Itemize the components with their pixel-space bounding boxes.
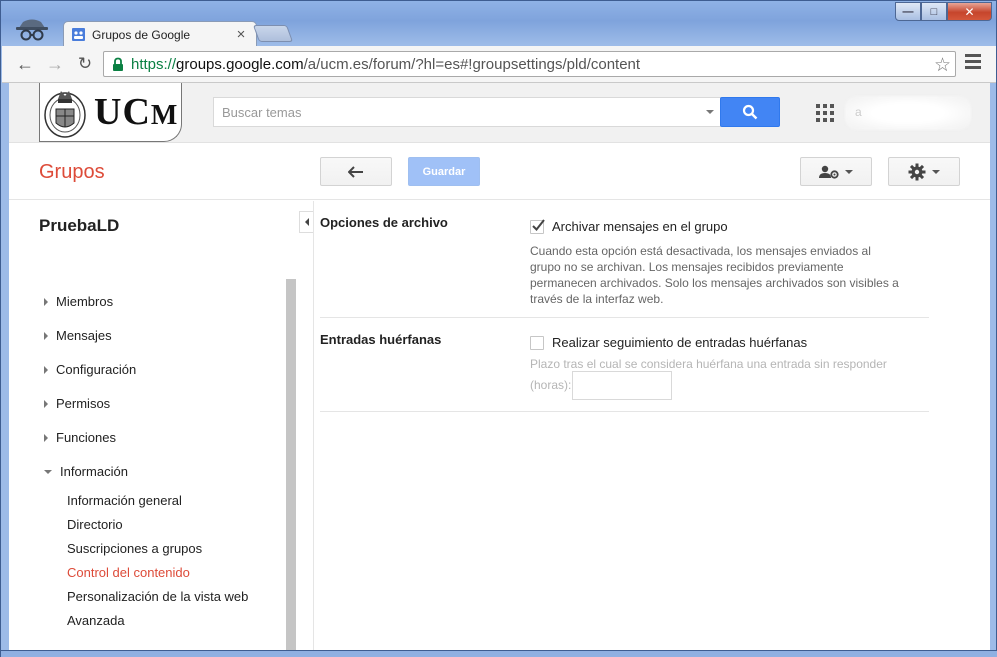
gear-icon bbox=[908, 163, 926, 180]
settings-menu-button[interactable] bbox=[888, 157, 960, 186]
archive-section-title: Opciones de archivo bbox=[320, 215, 448, 230]
left-navigation: PruebaLD Miembros Mensajes Configuración… bbox=[9, 201, 299, 650]
google-groups-favicon-icon bbox=[72, 28, 85, 41]
close-window-button[interactable]: ✕ bbox=[947, 2, 992, 21]
tab-close-icon[interactable]: × bbox=[234, 26, 248, 43]
sidebar-subitem-suscripciones[interactable]: Suscripciones a grupos bbox=[67, 541, 202, 556]
ucm-logo-text: UCM bbox=[94, 91, 179, 133]
sidebar-subitem-control-contenido[interactable]: Control del contenido bbox=[67, 565, 190, 580]
back-button[interactable]: ← bbox=[14, 54, 36, 74]
top-header: UCM a bbox=[9, 83, 990, 143]
triangle-right-icon bbox=[44, 365, 48, 374]
sidebar-item-mensajes[interactable]: Mensajes bbox=[44, 328, 112, 343]
members-menu-button[interactable] bbox=[800, 157, 872, 186]
checkmark-icon bbox=[532, 218, 545, 231]
sidebar-item-informacion[interactable]: Información bbox=[44, 464, 128, 479]
ucm-logo[interactable]: UCM bbox=[39, 83, 182, 142]
web-page: UCM a Grupos bbox=[9, 83, 990, 650]
search-dropdown-icon[interactable] bbox=[706, 110, 714, 114]
orphan-checkbox[interactable] bbox=[530, 335, 544, 350]
browser-window: Grupos de Google × — □ ✕ ← → ↻ https://g… bbox=[0, 0, 997, 657]
action-bar: Grupos Guardar bbox=[9, 143, 990, 200]
triangle-right-icon bbox=[44, 297, 48, 306]
new-tab-button[interactable] bbox=[252, 25, 294, 42]
url-scheme: https:// bbox=[131, 55, 177, 73]
account-area[interactable] bbox=[845, 96, 971, 130]
sidebar-item-permisos[interactable]: Permisos bbox=[44, 396, 110, 411]
url-path: /a/ucm.es/forum/?hl=es#!groupsettings/pl… bbox=[303, 55, 641, 73]
archive-checkbox[interactable] bbox=[530, 218, 545, 234]
search-input[interactable] bbox=[222, 104, 706, 120]
tab-title: Grupos de Google bbox=[92, 27, 191, 42]
sidebar-item-funciones[interactable]: Funciones bbox=[44, 430, 116, 445]
sidebar-item-configuracion[interactable]: Configuración bbox=[44, 362, 136, 377]
url-host: groups.google.com bbox=[176, 55, 304, 73]
ucm-seal-icon bbox=[44, 91, 86, 138]
group-name[interactable]: PruebaLD bbox=[39, 216, 119, 236]
save-button[interactable]: Guardar bbox=[408, 157, 480, 186]
archive-section: Opciones de archivo Archivar mensajes en… bbox=[320, 201, 929, 318]
forward-button[interactable]: → bbox=[44, 54, 66, 74]
sidebar-scrollbar[interactable] bbox=[286, 279, 296, 650]
search-button[interactable] bbox=[720, 97, 780, 127]
window-controls: — □ ✕ bbox=[895, 2, 992, 21]
archive-checkbox-row[interactable]: Archivar mensajes en el grupo bbox=[530, 218, 728, 234]
sidebar-subitem-directorio[interactable]: Directorio bbox=[67, 517, 123, 532]
archive-help-text: Cuando esta opción está desactivada, los… bbox=[530, 244, 899, 306]
person-gear-icon bbox=[819, 165, 839, 179]
browser-toolbar: ← → ↻ https://groups.google.com/a/ucm.es… bbox=[2, 46, 996, 83]
sidebar-subitem-informacion-general[interactable]: Información general bbox=[67, 493, 182, 508]
url-text: https://groups.google.com/a/ucm.es/forum… bbox=[131, 56, 640, 73]
arrow-left-icon bbox=[348, 165, 363, 178]
lock-icon bbox=[113, 57, 123, 71]
search-icon bbox=[742, 104, 758, 120]
reload-button[interactable]: ↻ bbox=[74, 54, 96, 74]
collapse-sidebar-button[interactable] bbox=[299, 211, 313, 233]
orphan-hours-label: (horas): bbox=[530, 378, 572, 392]
triangle-right-icon bbox=[44, 399, 48, 408]
incognito-icon bbox=[16, 19, 48, 41]
triangle-left-icon bbox=[304, 218, 309, 226]
sidebar-subitem-personalizacion[interactable]: Personalización de la vista web bbox=[67, 589, 248, 604]
triangle-right-icon bbox=[44, 331, 48, 340]
minimize-button[interactable]: — bbox=[895, 2, 921, 21]
triangle-down-icon bbox=[44, 469, 52, 474]
archive-checkbox-label: Archivar mensajes en el grupo bbox=[552, 219, 728, 234]
sidebar-scrollbar-thumb[interactable] bbox=[286, 279, 296, 650]
apps-grid-icon[interactable] bbox=[816, 104, 834, 122]
chevron-down-icon bbox=[845, 169, 853, 174]
orphan-section-title: Entradas huérfanas bbox=[320, 332, 442, 347]
bookmark-star-icon[interactable]: ☆ bbox=[934, 54, 951, 77]
orphan-checkbox-label: Realizar seguimiento de entradas huérfan… bbox=[552, 335, 808, 350]
chevron-down-icon bbox=[932, 169, 940, 174]
sidebar-item-miembros[interactable]: Miembros bbox=[44, 294, 113, 309]
orphan-checkbox-row[interactable]: Realizar seguimiento de entradas huérfan… bbox=[530, 335, 807, 350]
account-name: a bbox=[855, 105, 862, 119]
orphan-hours-input[interactable] bbox=[572, 371, 672, 400]
maximize-button[interactable]: □ bbox=[921, 2, 947, 21]
sidebar-subitem-avanzada[interactable]: Avanzada bbox=[67, 613, 125, 628]
browser-menu-icon[interactable] bbox=[965, 54, 981, 72]
search-box[interactable] bbox=[213, 97, 721, 127]
address-bar[interactable]: https://groups.google.com/a/ucm.es/forum… bbox=[103, 51, 956, 77]
product-title[interactable]: Grupos bbox=[39, 161, 105, 184]
window-bottom-border bbox=[1, 650, 997, 657]
back-to-group-button[interactable] bbox=[320, 157, 392, 186]
settings-content: Opciones de archivo Archivar mensajes en… bbox=[314, 201, 990, 650]
orphan-help-text: Plazo tras el cual se considera huérfana… bbox=[530, 357, 887, 371]
tab-strip: Grupos de Google × — □ ✕ bbox=[1, 1, 997, 47]
browser-tab-active[interactable]: Grupos de Google × bbox=[63, 21, 257, 47]
triangle-right-icon bbox=[44, 433, 48, 442]
